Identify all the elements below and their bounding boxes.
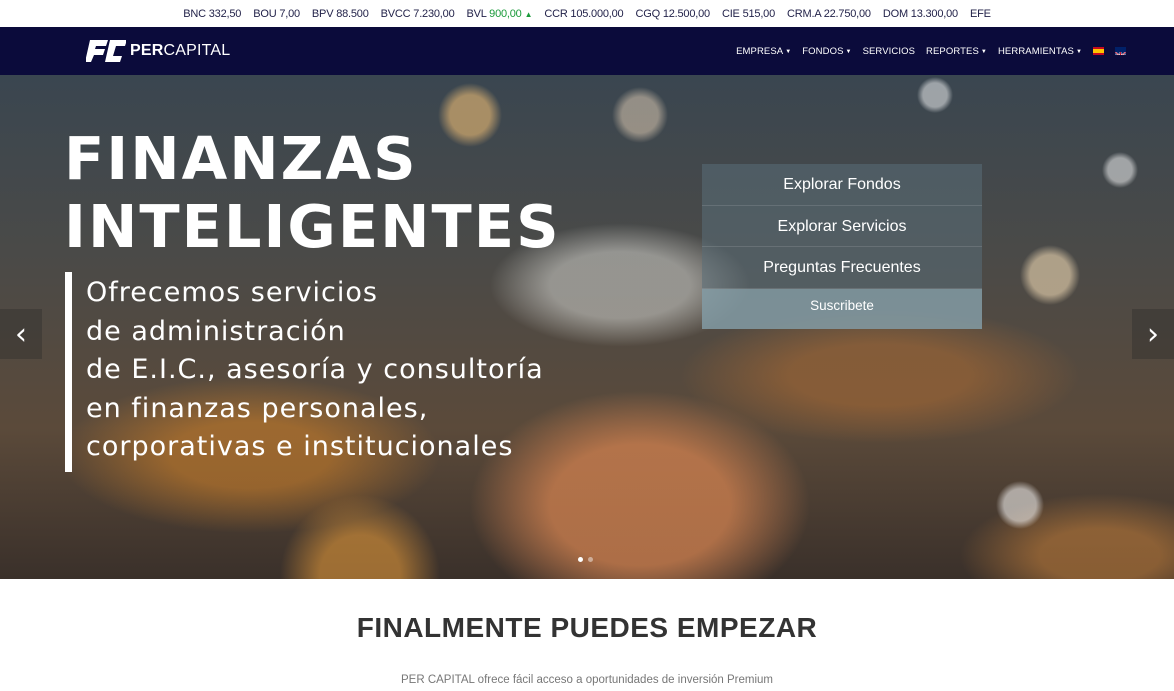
ticker-value: 515,00 bbox=[742, 7, 776, 20]
ticker-item: BVL 900,00 ▲ bbox=[467, 8, 533, 20]
section-subtitle: PER CAPITAL ofrece fácil acceso a oportu… bbox=[400, 674, 773, 686]
nav-item-label: REPORTES bbox=[926, 45, 979, 57]
hero-subtitle-line: corporativas e institucionales bbox=[86, 431, 514, 462]
ticker-symbol: CCR bbox=[544, 7, 568, 20]
ticker-value: 7.230,00 bbox=[413, 7, 455, 20]
ticker-item: BOU 7,00 bbox=[253, 8, 300, 20]
ticker-item: CGQ 12.500,00 bbox=[635, 7, 710, 20]
brand-name: PERCAPITAL bbox=[130, 42, 231, 59]
hero-subtitle-line: Ofrecemos servicios bbox=[86, 277, 378, 308]
ticker-value: 105.000,00 bbox=[570, 7, 624, 20]
nav-item-label: SERVICIOS bbox=[862, 45, 916, 57]
hero-title: FINANZAS INTELIGENTES bbox=[64, 124, 561, 261]
caret-down-icon: ▼ bbox=[1075, 48, 1082, 55]
ticker-symbol: BPV bbox=[311, 7, 334, 20]
ticker-symbol: EFE bbox=[969, 7, 991, 20]
ticker-value: 12.500,00 bbox=[662, 7, 710, 20]
carousel-next-button[interactable]: › bbox=[1132, 309, 1174, 359]
section-title: FINALMENTE PUEDES EMPEZAR bbox=[356, 612, 818, 643]
carousel-indicator-dot[interactable] bbox=[588, 557, 593, 562]
ticker-item: DOM 13.300,00 bbox=[883, 8, 958, 20]
quick-links-panel: Explorar Fondos Explorar Servicios Pregu… bbox=[702, 164, 982, 329]
ticker-item: BVCC 7.230,00 bbox=[381, 8, 455, 20]
nav-item-fondos[interactable]: FONDOS ▼ bbox=[802, 46, 851, 57]
subscribe-button[interactable]: Suscribete bbox=[702, 288, 982, 329]
ticker-symbol: BVL bbox=[466, 7, 487, 20]
per-capital-logo-icon bbox=[86, 40, 126, 62]
ticker-value: 900,00 bbox=[489, 7, 522, 20]
nav-item-herramientas[interactable]: HERRAMIENTAS ▼ bbox=[998, 46, 1082, 57]
nav-item-reportes[interactable]: REPORTES ▼ bbox=[926, 46, 987, 57]
nav-item-label: HERRAMIENTAS bbox=[997, 45, 1074, 57]
stock-ticker: BNC 332,50 BOU 7,00 BPV 88.500 BVCC 7.230,0… bbox=[0, 0, 1174, 27]
ticker-value: 13.300,00 bbox=[910, 7, 958, 20]
faq-link[interactable]: Preguntas Frecuentes bbox=[702, 247, 982, 289]
carousel-prev-button[interactable]: ‹ bbox=[0, 309, 42, 359]
nav-item-label: EMPRESA bbox=[736, 45, 784, 57]
ticker-item: BPV 88.500 bbox=[312, 8, 369, 20]
hero-subtitle: Ofrecemos servicios de administración de E… bbox=[86, 274, 544, 467]
hero-subtitle-line: en finanzas personales, bbox=[86, 392, 429, 424]
ticker-value: 7,00 bbox=[279, 7, 300, 20]
ticker-item: CRM.A 22.750,00 bbox=[787, 8, 871, 20]
nav-item-empresa[interactable]: EMPRESA ▼ bbox=[736, 46, 791, 57]
caret-down-icon: ▼ bbox=[785, 48, 792, 55]
ticker-item: CCR 105.000,00 bbox=[544, 8, 623, 20]
caret-down-icon: ▼ bbox=[845, 48, 852, 55]
ticker-item: CIE 515,00 bbox=[722, 8, 775, 20]
ticker-symbol: DOM bbox=[882, 7, 908, 20]
main-menu: EMPRESA ▼ FONDOS ▼ SERVICIOS REPORTES ▼ HERRAMI… bbox=[725, 27, 1126, 75]
ticker-symbol: BNC bbox=[183, 7, 206, 20]
ticker-symbol: BOU bbox=[253, 7, 277, 20]
ticker-item: BNC 332,50 bbox=[183, 8, 241, 20]
chevron-right-icon: › bbox=[1147, 316, 1159, 352]
trend-up-icon: ▲ bbox=[524, 9, 533, 19]
ticker-symbol: CGQ bbox=[635, 7, 660, 20]
nav-item-servicios[interactable]: SERVICIOS bbox=[863, 46, 915, 57]
nav-item-label: FONDOS bbox=[802, 45, 844, 57]
hero-accent-bar bbox=[65, 272, 72, 472]
ticker-value: 332,50 bbox=[208, 7, 242, 20]
explore-funds-link[interactable]: Explorar Fondos bbox=[702, 164, 982, 206]
hero-subtitle-line: de administración bbox=[86, 315, 346, 347]
uk-flag-icon[interactable] bbox=[1115, 47, 1126, 55]
ticker-symbol: CRM.A bbox=[787, 7, 821, 20]
es-flag-icon[interactable] bbox=[1093, 47, 1104, 55]
hero-carousel: FINANZAS INTELIGENTES Ofrecemos servicio… bbox=[0, 75, 1174, 579]
ticker-symbol: BVCC bbox=[380, 7, 411, 20]
chevron-left-icon: ‹ bbox=[15, 316, 27, 352]
navbar: PERCAPITAL EMPRESA ▼ FONDOS ▼ SERVICIOS REPOR… bbox=[0, 27, 1174, 75]
hero-subtitle-line: de E.I.C., asesoría y consultoría bbox=[86, 354, 544, 385]
explore-services-link[interactable]: Explorar Servicios bbox=[702, 205, 982, 247]
logo[interactable]: PERCAPITAL bbox=[86, 40, 230, 62]
ticker-symbol: CIE bbox=[721, 7, 740, 20]
carousel-indicator-dot[interactable] bbox=[578, 557, 583, 562]
ticker-value: 22.750,00 bbox=[823, 7, 871, 20]
caret-down-icon: ▼ bbox=[980, 48, 987, 55]
carousel-indicators bbox=[578, 557, 593, 562]
ticker-value: 88.500 bbox=[336, 7, 369, 20]
ticker-item: EFE bbox=[970, 8, 991, 20]
